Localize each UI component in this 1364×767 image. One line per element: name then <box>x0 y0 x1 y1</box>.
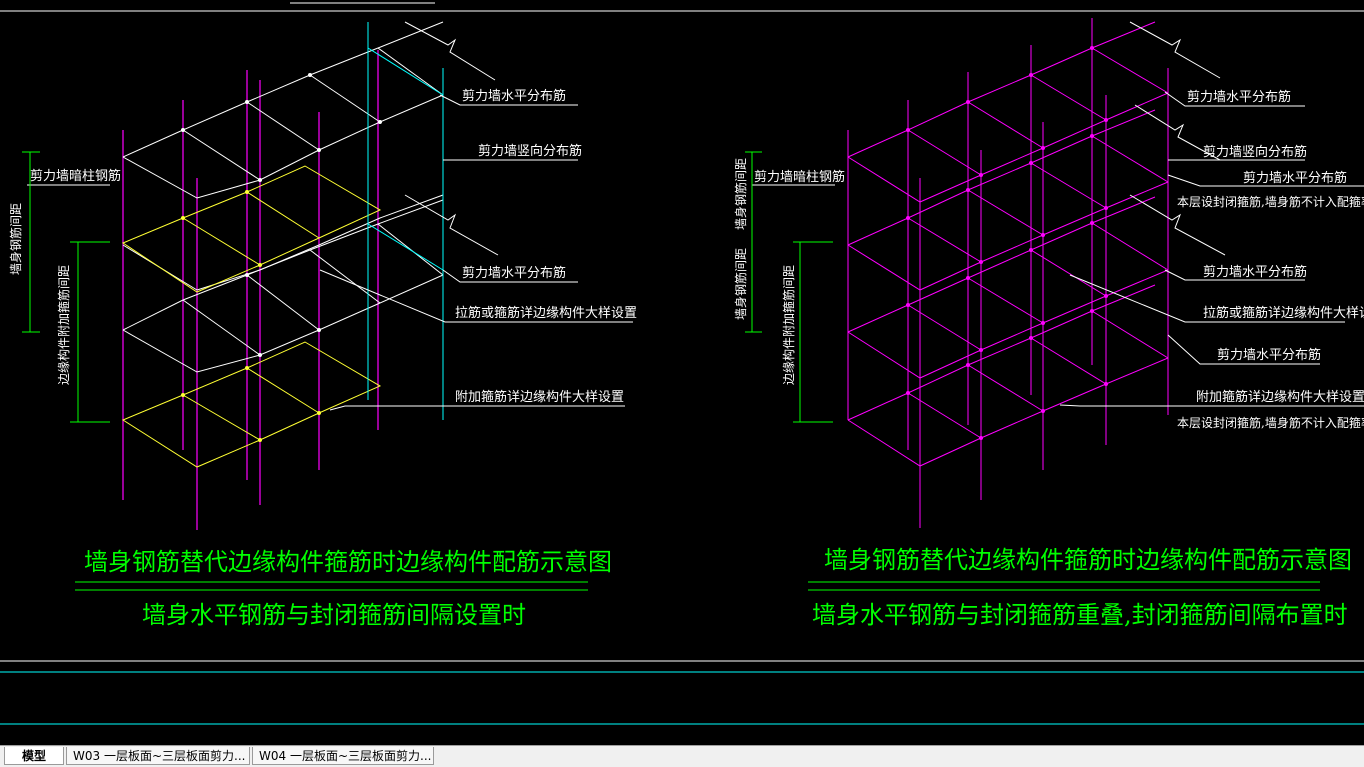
label-edge-stirrup-spacing: 边缘构件附加箍筋间距 <box>56 265 71 385</box>
left-break-lines <box>404 21 499 256</box>
tab-w03[interactable]: W03 一层板面~三层板面剪力... <box>66 747 250 765</box>
label-dark-column: 剪力墙暗柱钢筋 <box>30 168 121 184</box>
label-horizontal-1: 剪力墙水平分布筋 <box>1187 89 1291 105</box>
label-horizontal-top: 剪力墙水平分布筋 <box>462 88 566 104</box>
right-labels: 剪力墙水平分布筋 剪力墙竖向分布筋 剪力墙水平分布筋 本层设封闭箍筋,墙身筋不计… <box>733 89 1364 430</box>
label-wall-spacing: 墙身钢筋间距 <box>8 203 23 275</box>
right-title: 墙身钢筋替代边缘构件箍筋时边缘构件配筋示意图 <box>824 546 1352 574</box>
label-wall-spacing-upper: 墙身钢筋间距 <box>733 158 748 230</box>
label-horizontal-2: 剪力墙水平分布筋 <box>1243 170 1347 186</box>
label-edge-stirrup-spacing: 边缘构件附加箍筋间距 <box>781 265 796 385</box>
cad-drawing[interactable]: 剪力墙水平分布筋 剪力墙竖向分布筋 剪力墙水平分布筋 拉筋或箍筋详边缘构件大样设… <box>0 0 1364 745</box>
left-cyan-lines <box>367 22 444 420</box>
label-closed-stirrup-note-2: 本层设封闭箍筋,墙身筋不计入配箍率 <box>1177 415 1364 430</box>
label-vertical: 剪力墙竖向分布筋 <box>1203 144 1307 160</box>
right-subtitle: 墙身水平钢筋与封闭箍筋重叠,封闭箍筋间隔布置时 <box>812 601 1348 629</box>
tab-w03-label: W03 一层板面~三层板面剪力... <box>73 749 246 763</box>
layout-tab-bar: 模型 W03 一层板面~三层板面剪力... W04 一层板面~三层板面剪力... <box>0 745 1364 767</box>
drawing-canvas[interactable]: 剪力墙水平分布筋 剪力墙竖向分布筋 剪力墙水平分布筋 拉筋或箍筋详边缘构件大样设… <box>0 0 1364 745</box>
left-wall-bars <box>122 21 444 373</box>
label-tie: 拉筋或箍筋详边缘构件大样设置 <box>1203 305 1364 321</box>
left-subtitle: 墙身水平钢筋与封闭箍筋间隔设置时 <box>142 601 526 629</box>
tab-model-label: 模型 <box>21 749 46 763</box>
label-vertical: 剪力墙竖向分布筋 <box>478 143 582 159</box>
left-column-bars <box>122 50 379 530</box>
left-closed-stirrups <box>121 165 382 468</box>
tab-w04-label: W04 一层板面~三层板面剪力... <box>259 749 432 763</box>
label-additional-stirrup: 附加箍筋详边缘构件大样设置 <box>455 389 624 405</box>
label-dark-column: 剪力墙暗柱钢筋 <box>754 169 845 185</box>
right-break-lines <box>1129 21 1226 256</box>
label-horizontal-3: 剪力墙水平分布筋 <box>1203 264 1307 280</box>
right-rebar-diagram: 剪力墙水平分布筋 剪力墙竖向分布筋 剪力墙水平分布筋 本层设封闭箍筋,墙身筋不计… <box>733 18 1364 629</box>
left-labels: 剪力墙水平分布筋 剪力墙竖向分布筋 剪力墙水平分布筋 拉筋或箍筋详边缘构件大样设… <box>8 88 637 405</box>
label-closed-stirrup-note-1: 本层设封闭箍筋,墙身筋不计入配箍率 <box>1177 194 1364 209</box>
right-rebar-mesh <box>847 18 1169 528</box>
tab-w04[interactable]: W04 一层板面~三层板面剪力... <box>252 747 434 765</box>
left-nodes <box>181 73 382 357</box>
label-wall-spacing-lower: 墙身钢筋间距 <box>733 248 748 320</box>
label-additional-stirrup: 附加箍筋详边缘构件大样设置 <box>1196 389 1364 405</box>
label-horizontal-mid: 剪力墙水平分布筋 <box>462 265 566 281</box>
label-horizontal-4: 剪力墙水平分布筋 <box>1217 347 1321 363</box>
tab-model[interactable]: 模型 <box>4 747 64 765</box>
left-rebar-diagram: 剪力墙水平分布筋 剪力墙竖向分布筋 剪力墙水平分布筋 拉筋或箍筋详边缘构件大样设… <box>8 21 637 629</box>
left-title: 墙身钢筋替代边缘构件箍筋时边缘构件配筋示意图 <box>84 548 612 576</box>
label-tie: 拉筋或箍筋详边缘构件大样设置 <box>455 305 637 321</box>
right-nodes <box>906 46 1108 440</box>
left-leaders <box>27 94 633 411</box>
